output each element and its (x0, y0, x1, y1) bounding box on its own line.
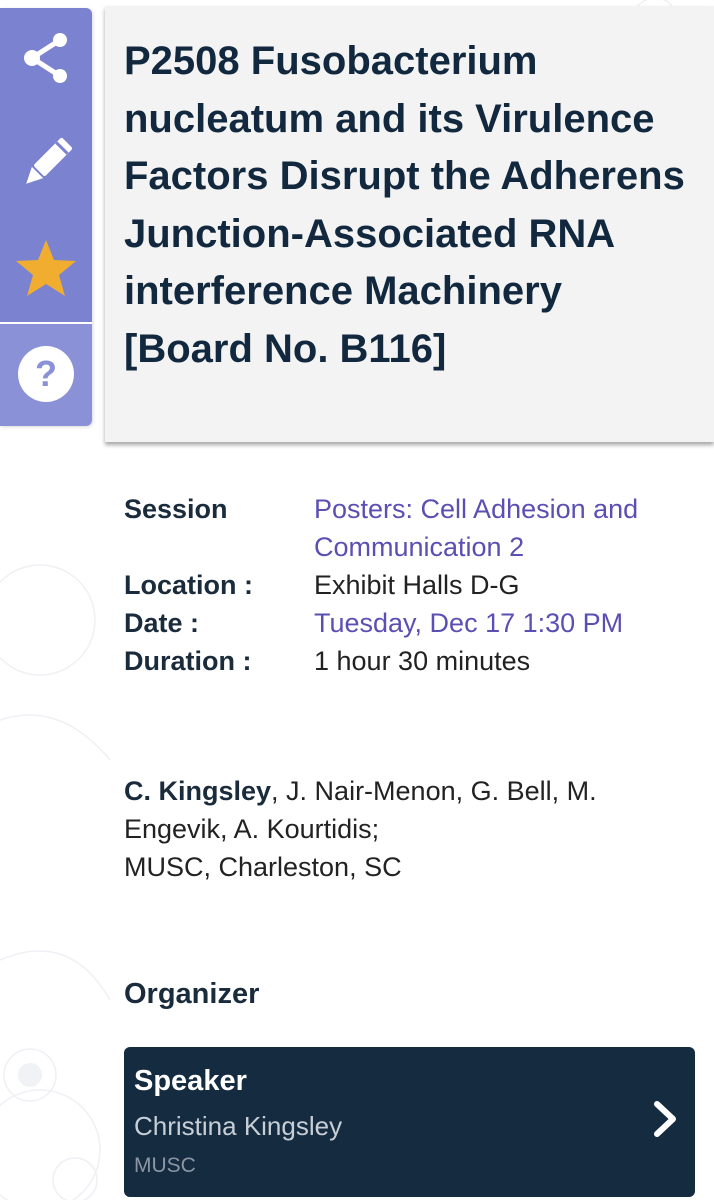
help-button[interactable]: ? (0, 324, 92, 424)
favorite-button[interactable] (0, 218, 92, 318)
date-row: Date : Tuesday, Dec 17 1:30 PM (124, 604, 684, 642)
presentation-title: P2508 Fusobacterium nucleatum and its Vi… (124, 39, 685, 371)
location-row: Location : Exhibit Halls D-G (124, 566, 684, 604)
session-link[interactable]: Posters: Cell Adhesion and Communication… (314, 490, 638, 566)
speaker-card[interactable]: Speaker Christina Kingsley MUSC (124, 1047, 695, 1197)
star-icon (16, 240, 76, 296)
duration-value: 1 hour 30 minutes (314, 646, 531, 676)
session-row: Session Posters: Cell Adhesion and Commu… (124, 490, 684, 566)
session-value-line2: Communication 2 (314, 532, 525, 562)
share-icon (24, 33, 67, 83)
presenting-author: C. Kingsley (124, 776, 272, 806)
date-label: Date : (124, 608, 200, 638)
session-details: Session Posters: Cell Adhesion and Commu… (124, 490, 684, 680)
speaker-organization: MUSC (134, 1154, 196, 1177)
svg-text:?: ? (35, 353, 57, 394)
pencil-icon (26, 137, 73, 184)
duration-label: Duration : (124, 646, 252, 676)
location-value: Exhibit Halls D-G (314, 570, 520, 600)
date-link[interactable]: Tuesday, Dec 17 1:30 PM (314, 604, 623, 642)
question-icon: ? (18, 346, 74, 402)
speaker-role: Speaker (134, 1065, 247, 1097)
author-affiliation: MUSC, Charleston, SC (124, 852, 402, 882)
chevron-right-icon (654, 1101, 676, 1137)
sidebar-actions-panel (0, 8, 92, 322)
sidebar-help-panel: ? (0, 324, 92, 426)
session-label: Session (124, 494, 228, 524)
co-authors-part1: , J. Nair-Menon, G. Bell, M. (271, 776, 597, 806)
co-authors-part2: Engevik, A. Kourtidis; (124, 814, 380, 844)
share-button[interactable] (0, 8, 92, 108)
duration-row: Duration : 1 hour 30 minutes (124, 642, 684, 680)
location-label: Location : (124, 570, 253, 600)
action-sidebar: ? (0, 8, 92, 426)
title-card: P2508 Fusobacterium nucleatum and its Vi… (105, 6, 714, 442)
speaker-name: Christina Kingsley (134, 1111, 343, 1141)
session-value-line1: Posters: Cell Adhesion and (314, 494, 639, 524)
edit-note-button[interactable] (0, 114, 92, 214)
authors-line1: C. Kingsley, J. Nair-Menon, G. Bell, M. (124, 772, 664, 810)
authors-block: C. Kingsley, J. Nair-Menon, G. Bell, M. … (124, 772, 664, 886)
organizer-heading: Organizer (124, 978, 260, 1010)
